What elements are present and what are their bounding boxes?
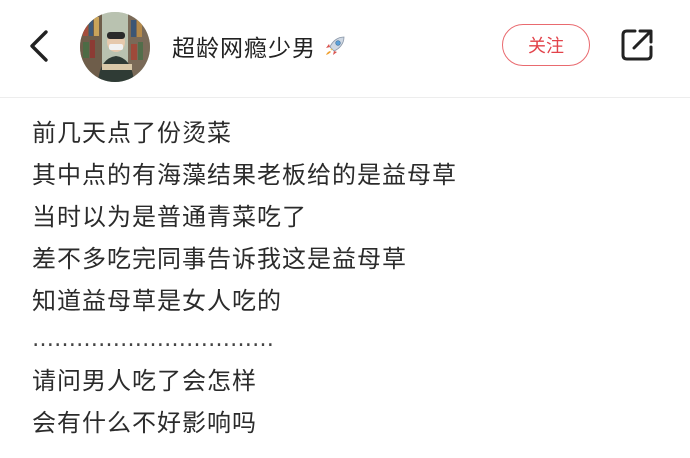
share-icon xyxy=(621,29,653,61)
post-line: 知道益母草是女人吃的 xyxy=(32,287,282,315)
post-line: 当时以为是普通青菜吃了 xyxy=(32,203,307,231)
chevron-left-icon xyxy=(30,30,48,62)
top-bar: 超龄网瘾少男 关注 xyxy=(0,0,690,98)
post-line: 前几天点了份烫菜 xyxy=(32,119,232,147)
username[interactable]: 超龄网瘾少男 xyxy=(172,29,316,63)
rocket-icon xyxy=(322,33,348,59)
post-content: 前几天点了份烫菜 其中点的有海藻结果老板给的是益母草 当时以为是普通青菜吃了 差… xyxy=(32,112,672,444)
post-line: 请问男人吃了会怎样 xyxy=(32,367,257,395)
post-line: 差不多吃完同事告诉我这是益母草 xyxy=(32,245,407,273)
avatar-image xyxy=(80,12,150,82)
avatar[interactable] xyxy=(80,12,150,82)
follow-button[interactable]: 关注 xyxy=(502,24,590,66)
post-line: 其中点的有海藻结果老板给的是益母草 xyxy=(32,161,457,189)
post-line: 会有什么不好影响吗 xyxy=(32,409,257,437)
ellipsis-divider: …………………………… xyxy=(32,327,274,352)
username-row: 超龄网瘾少男 xyxy=(172,28,348,64)
back-button[interactable] xyxy=(22,26,58,66)
share-button[interactable] xyxy=(618,26,656,64)
